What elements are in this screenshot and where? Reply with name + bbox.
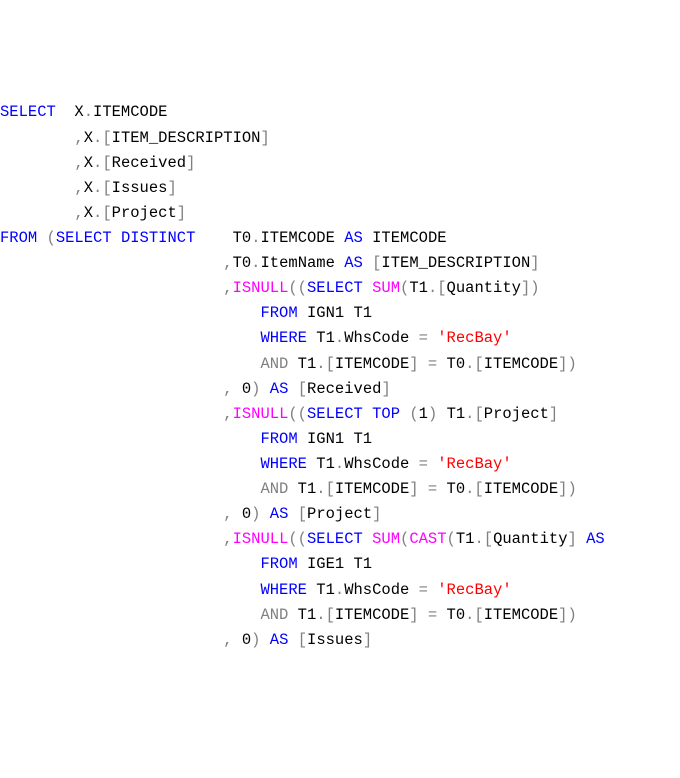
line-2: ,X.[Received] — [0, 154, 195, 172]
line-20: AND T1.[ITEMCODE] = T0.[ITEMCODE]) — [0, 606, 577, 624]
line-4: ,X.[Project] — [0, 204, 186, 222]
line-3: ,X.[Issues] — [0, 179, 177, 197]
line-12: ,ISNULL((SELECT TOP (1) T1.[Project] — [0, 405, 558, 423]
line-6: ,T0.ItemName AS [ITEM_DESCRIPTION] — [0, 254, 540, 272]
line-19: WHERE T1.WhsCode = 'RecBay' — [0, 581, 512, 599]
line-1: ,X.[ITEM_DESCRIPTION] — [0, 129, 270, 147]
line-11: , 0) AS [Received] — [0, 380, 391, 398]
line-7: ,ISNULL((SELECT SUM(T1.[Quantity]) — [0, 279, 540, 297]
line-14: WHERE T1.WhsCode = 'RecBay' — [0, 455, 512, 473]
line-16: , 0) AS [Project] — [0, 505, 381, 523]
line-8: FROM IGN1 T1 — [0, 304, 372, 322]
line-9: WHERE T1.WhsCode = 'RecBay' — [0, 329, 512, 347]
line-17: ,ISNULL((SELECT SUM(CAST(T1.[Quantity] A… — [0, 530, 605, 548]
line-5: FROM (SELECT DISTINCT T0.ITEMCODE AS ITE… — [0, 229, 447, 247]
sql-code-block: SELECT X.ITEMCODE ,X.[ITEM_DESCRIPTION] … — [0, 100, 680, 652]
line-21: , 0) AS [Issues] — [0, 631, 372, 649]
line-10: AND T1.[ITEMCODE] = T0.[ITEMCODE]) — [0, 355, 577, 373]
line-15: AND T1.[ITEMCODE] = T0.[ITEMCODE]) — [0, 480, 577, 498]
line-0: SELECT X.ITEMCODE — [0, 103, 167, 121]
line-18: FROM IGE1 T1 — [0, 555, 372, 573]
line-13: FROM IGN1 T1 — [0, 430, 372, 448]
